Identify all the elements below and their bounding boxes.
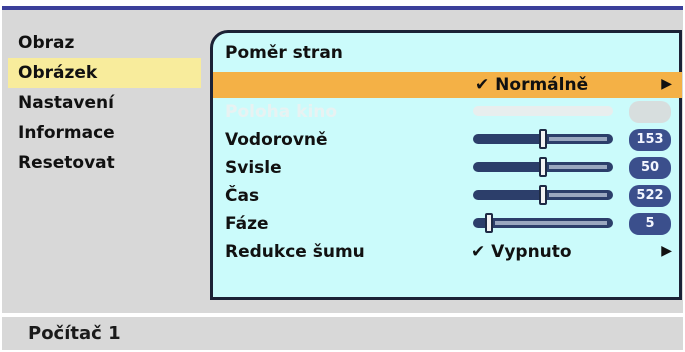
setting-slider[interactable] — [473, 185, 613, 205]
noise-reduction-value: ✔ Vypnuto — [471, 242, 572, 262]
status-bar: Počítač 1 — [2, 317, 683, 350]
setting-slider[interactable] — [473, 213, 613, 233]
setting-value-box: 153 — [629, 129, 671, 151]
setting-row-redukce-sumu[interactable]: Redukce šumu ✔ Vypnuto ▶ — [213, 239, 682, 265]
slider-thumb[interactable] — [539, 185, 547, 205]
sidebar-menu: Obraz Obrázek Nastavení Informace Reseto… — [8, 28, 201, 178]
slider-track — [549, 165, 607, 169]
setting-row-cas[interactable]: Čas 522 — [213, 183, 682, 209]
slider-thumb[interactable] — [539, 129, 547, 149]
slider-track — [549, 193, 607, 197]
slider-thumb[interactable] — [485, 213, 493, 233]
slider-track — [495, 221, 607, 225]
arrow-right-icon: ▶ — [661, 243, 672, 259]
setting-row-faze[interactable]: Fáze 5 — [213, 211, 682, 237]
settings-panel: Poměr stran ✔ Normálně ▶ Poloha kino Vod… — [210, 30, 682, 300]
setting-label: Vodorovně — [225, 130, 328, 150]
slider-track — [549, 137, 607, 141]
setting-label: Poloha kino — [225, 102, 338, 122]
slider-thumb[interactable] — [539, 157, 547, 177]
setting-row-svisle[interactable]: Svisle 50 — [213, 155, 682, 181]
panel-title: Poměr stran — [225, 43, 343, 63]
status-source: Počítač 1 — [28, 323, 121, 344]
aspect-ratio-row[interactable]: ✔ Normálně ▶ — [213, 72, 682, 98]
sidebar-item-nastaveni[interactable]: Nastavení — [8, 88, 201, 118]
setting-slider[interactable] — [473, 157, 613, 177]
setting-label: Čas — [225, 186, 260, 206]
sidebar-item-informace[interactable]: Informace — [8, 118, 201, 148]
sidebar-item-obraz[interactable]: Obraz — [8, 28, 201, 58]
setting-slider — [473, 106, 613, 116]
setting-value-box: 5 — [629, 213, 671, 235]
setting-value-box: 50 — [629, 157, 671, 179]
sidebar-item-resetovat[interactable]: Resetovat — [8, 148, 201, 178]
osd-menu: Obraz Obrázek Nastavení Informace Reseto… — [2, 6, 683, 350]
setting-row-poloha-kino: Poloha kino — [213, 99, 682, 125]
sidebar-item-obrazek[interactable]: Obrázek — [8, 58, 201, 88]
setting-value-box: 522 — [629, 185, 671, 207]
arrow-right-icon: ▶ — [661, 76, 672, 92]
setting-label: Fáze — [225, 214, 269, 234]
setting-label: Svisle — [225, 158, 282, 178]
setting-value-box — [629, 101, 671, 123]
aspect-ratio-value: ✔ Normálně — [475, 75, 589, 95]
setting-row-vodorovne[interactable]: Vodorovně 153 — [213, 127, 682, 153]
setting-slider[interactable] — [473, 129, 613, 149]
setting-label: Redukce šumu — [225, 242, 365, 262]
